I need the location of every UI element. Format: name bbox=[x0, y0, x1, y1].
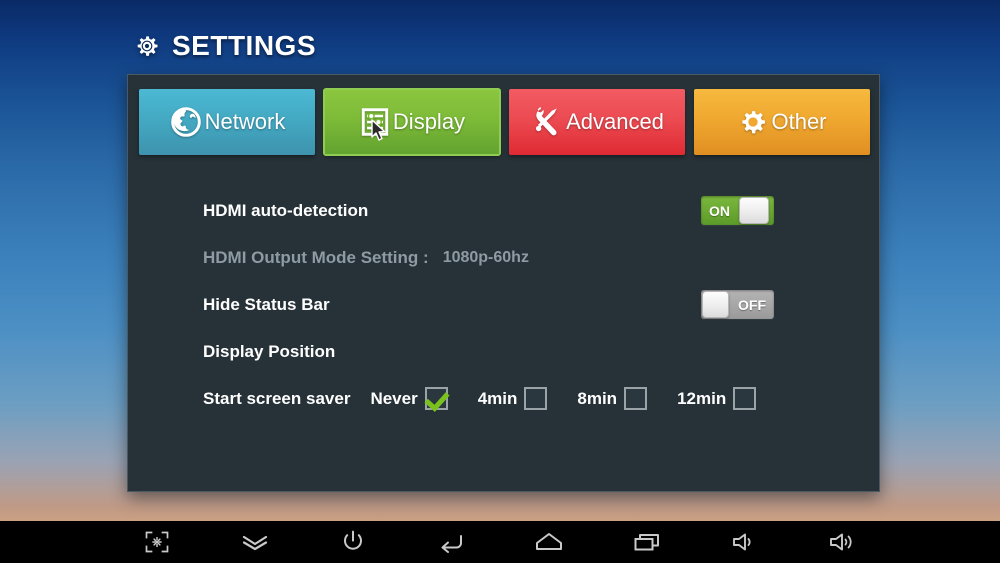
tools-icon bbox=[530, 105, 564, 139]
hdmi-output-mode-label: HDMI Output Mode Setting : bbox=[203, 247, 429, 267]
settings-rows: HDMI auto-detection ON HDMI Output Mode … bbox=[203, 187, 859, 422]
tab-network-label: Network bbox=[204, 109, 286, 134]
screen-saver-option-8min-label: 8min bbox=[577, 388, 618, 408]
display-position-label: Display Position bbox=[203, 341, 336, 361]
system-navigation-bar bbox=[0, 521, 1000, 563]
sliders-icon bbox=[359, 106, 391, 138]
tab-display[interactable]: Display bbox=[323, 88, 501, 156]
screen-saver-option-12min-label: 12min bbox=[677, 388, 727, 408]
power-icon[interactable] bbox=[304, 521, 402, 563]
gear-icon bbox=[132, 31, 162, 61]
settings-panel: Network Display Advanced Other HDMI auto… bbox=[127, 74, 880, 492]
double-chevron-down-icon[interactable] bbox=[206, 521, 304, 563]
tab-display-label: Display bbox=[392, 109, 466, 134]
row-hdmi-output-mode: HDMI Output Mode Setting : 1080p-60hz bbox=[203, 234, 859, 281]
row-hide-status-bar: Hide Status Bar OFF bbox=[203, 281, 859, 328]
toggle-knob bbox=[702, 291, 729, 318]
screenshot-icon[interactable] bbox=[108, 521, 206, 563]
volume-up-icon[interactable] bbox=[794, 521, 892, 563]
toggle-knob bbox=[739, 197, 769, 224]
screen-saver-checkbox-12min[interactable] bbox=[733, 387, 757, 410]
row-start-screen-saver: Start screen saver Never 4min 8min 12min bbox=[203, 375, 859, 422]
hdmi-output-mode-value: 1080p-60hz bbox=[442, 248, 529, 266]
tab-other[interactable]: Other bbox=[694, 89, 870, 155]
tab-advanced[interactable]: Advanced bbox=[509, 89, 685, 155]
screen-saver-checkbox-never[interactable] bbox=[424, 387, 448, 410]
back-arrow-icon[interactable] bbox=[402, 521, 500, 563]
hdmi-auto-detection-label: HDMI auto-detection bbox=[203, 200, 369, 220]
gear-icon bbox=[737, 106, 769, 138]
hdmi-auto-detection-toggle[interactable]: ON bbox=[701, 196, 774, 225]
hide-status-bar-toggle[interactable]: OFF bbox=[701, 290, 774, 319]
home-icon[interactable] bbox=[500, 521, 598, 563]
tv-settings-screen: SETTINGS Network Display Advanced Other … bbox=[0, 0, 1000, 563]
hide-status-bar-toggle-text: OFF bbox=[738, 296, 766, 313]
start-screen-saver-label: Start screen saver bbox=[203, 388, 351, 408]
globe-icon bbox=[169, 105, 203, 139]
row-hdmi-auto-detection: HDMI auto-detection ON bbox=[203, 187, 859, 234]
tab-other-label: Other bbox=[771, 109, 827, 134]
row-display-position[interactable]: Display Position bbox=[203, 328, 859, 375]
settings-tabs: Network Display Advanced Other bbox=[139, 88, 870, 156]
hide-status-bar-label: Hide Status Bar bbox=[203, 294, 330, 314]
tab-advanced-label: Advanced bbox=[566, 109, 664, 134]
page-title-text: SETTINGS bbox=[172, 30, 317, 61]
tab-network[interactable]: Network bbox=[139, 89, 315, 155]
screen-saver-option-4min-label: 4min bbox=[477, 388, 518, 408]
screen-saver-checkbox-8min[interactable] bbox=[624, 387, 648, 410]
page-title: SETTINGS bbox=[132, 30, 316, 62]
screen-saver-option-8min[interactable]: 8min bbox=[577, 387, 648, 410]
volume-down-icon[interactable] bbox=[696, 521, 794, 563]
screen-saver-checkbox-4min[interactable] bbox=[524, 387, 548, 410]
recent-apps-icon[interactable] bbox=[598, 521, 696, 563]
screen-saver-option-never[interactable]: Never bbox=[370, 387, 448, 410]
screen-saver-option-12min[interactable]: 12min bbox=[677, 387, 757, 410]
hdmi-auto-detection-toggle-text: ON bbox=[709, 202, 730, 219]
screen-saver-option-4min[interactable]: 4min bbox=[478, 387, 548, 410]
screen-saver-option-never-label: Never bbox=[370, 388, 418, 408]
screen-saver-options: Never 4min 8min 12min bbox=[370, 387, 757, 410]
